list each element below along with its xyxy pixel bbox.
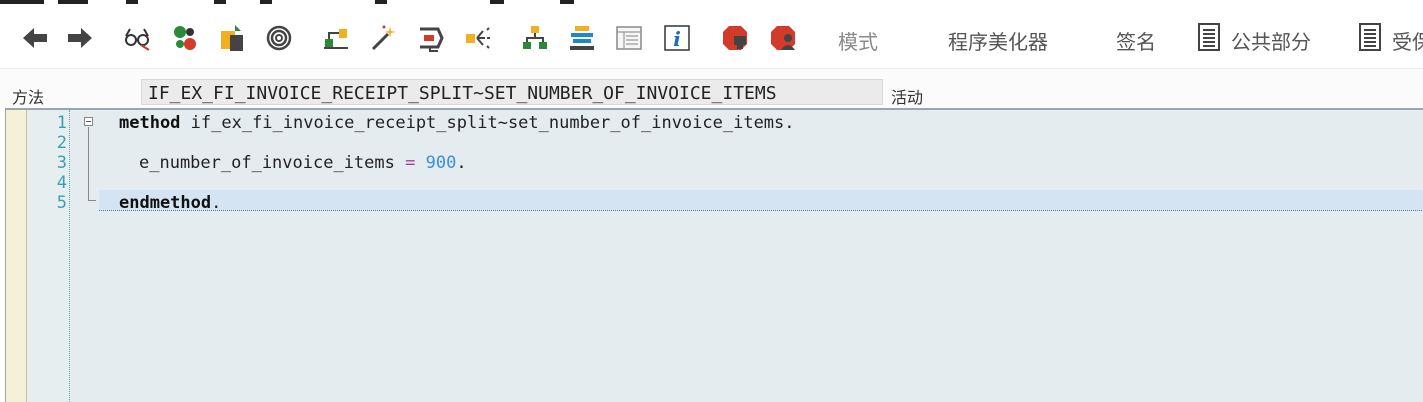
signature-button[interactable]: 签名	[1116, 26, 1156, 55]
hierarchy-icon	[324, 29, 348, 49]
stack-button[interactable]	[566, 22, 598, 54]
stop-user-icon	[771, 26, 795, 50]
external-breakpoint-button[interactable]	[767, 22, 799, 54]
glasses-icon	[125, 28, 150, 51]
frame-button[interactable]	[613, 22, 645, 54]
display-icon	[420, 27, 444, 52]
method-name-field[interactable]: IF_EX_FI_INVOICE_RECEIPT_SPLIT~SET_NUMBE…	[141, 79, 883, 105]
fold-line	[88, 127, 89, 200]
editor-margin	[6, 110, 27, 402]
title-strip	[0, 0, 1423, 8]
stack-icon	[570, 26, 594, 50]
hierarchy-tree-button[interactable]	[519, 22, 551, 54]
forward-arrow-icon	[68, 28, 92, 48]
code-line-1[interactable]: method if_ex_fi_invoice_receipt_split~se…	[119, 113, 795, 133]
tree-icon	[523, 26, 547, 49]
where-used-button[interactable]	[216, 22, 248, 54]
refresh-icon	[174, 26, 196, 50]
magic-wand-icon	[371, 25, 396, 51]
keyword: endmethod	[119, 193, 212, 213]
variable: e_number_of_invoice_items	[139, 153, 395, 173]
method-row: 方法 IF_EX_FI_INVOICE_RECEIPT_SPLIT~SET_NU…	[0, 68, 1423, 109]
clipboard-icon	[221, 25, 243, 51]
activate-button[interactable]	[169, 22, 201, 54]
number-literal: 900	[425, 153, 457, 173]
inspection-button[interactable]	[415, 22, 447, 54]
document-icon	[1359, 23, 1381, 51]
display-change-button[interactable]	[121, 22, 153, 54]
method-label: 方法	[12, 88, 45, 107]
protected-section-button[interactable]: 受保	[1392, 26, 1423, 55]
line-number: 5	[56, 193, 67, 213]
line-number: 4	[56, 173, 67, 193]
split-arrows-icon	[466, 27, 490, 49]
public-section-button[interactable]: 公共部分	[1231, 26, 1311, 55]
back-arrow-icon	[23, 28, 47, 48]
breakpoint-button[interactable]	[719, 22, 751, 54]
pattern-button[interactable]	[367, 22, 399, 54]
code-line-3[interactable]: e_number_of_invoice_items = 900.	[139, 153, 467, 173]
info-icon: i	[664, 25, 690, 51]
forward-button[interactable]	[64, 22, 96, 54]
svg-text:i: i	[673, 27, 681, 51]
keyword: method	[119, 113, 181, 133]
period: .	[211, 193, 222, 213]
collapse-toggle[interactable]	[84, 117, 93, 126]
pretty-printer-button[interactable]: 程序美化器	[948, 26, 1048, 55]
operator: =	[405, 153, 416, 173]
code-text: if_ex_fi_invoice_receipt_split~set_numbe…	[180, 113, 795, 133]
object-list-button[interactable]	[263, 22, 295, 54]
split-button[interactable]	[462, 22, 494, 54]
document-icon	[1198, 23, 1220, 51]
stop-icon	[723, 26, 747, 50]
line-number: 2	[56, 133, 67, 153]
code-editor[interactable]: 1 2 3 4 5 method if_ex_fi_invoice_receip…	[5, 108, 1423, 402]
code-line-5[interactable]: endmethod.	[119, 193, 221, 213]
line-number: 1	[56, 113, 67, 133]
navigation-button[interactable]	[320, 22, 352, 54]
status-label: 活动	[891, 88, 924, 107]
frame-icon	[616, 26, 642, 50]
current-line-highlight	[99, 190, 1423, 211]
period: .	[456, 153, 467, 173]
spiral-icon	[266, 25, 292, 51]
info-button[interactable]: i	[661, 22, 693, 54]
fold-end	[88, 200, 96, 201]
back-button[interactable]	[19, 22, 51, 54]
toolbar: i 模式 程序美化器 签名 公共部分 受保	[0, 8, 1423, 68]
mode-button[interactable]: 模式	[838, 26, 878, 55]
line-number: 3	[56, 153, 67, 173]
